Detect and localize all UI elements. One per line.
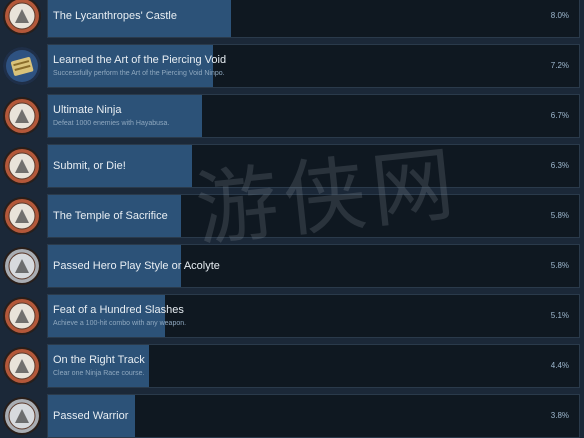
scroll-icon [3, 47, 41, 85]
achievement-row[interactable]: Learned the Art of the Piercing Void Succ… [0, 44, 584, 88]
achievement-row[interactable]: 100 Feat of a Hundred SlashesAchieve a 1… [0, 294, 584, 338]
progress-bar: Learned the Art of the Piercing Void Succ… [47, 44, 580, 88]
achievement-description: Successfully perform the Art of the Pier… [53, 70, 225, 77]
achievement-title: Learned the Art of the Piercing Void [53, 54, 227, 66]
temple-medal-icon [3, 197, 41, 235]
achievement-title: The Lycanthropes' Castle [53, 10, 177, 22]
achievement-percent: 5.8% [550, 211, 569, 220]
achievement-percent: 3.8% [550, 411, 569, 420]
achievement-title: Submit, or Die! [53, 160, 126, 172]
achievement-percent: 5.8% [550, 261, 569, 270]
achievement-percent: 4.4% [550, 361, 569, 370]
progress-bar: The Lycanthropes' Castle 8.0% [47, 0, 580, 38]
achievement-title: Passed Hero Play Style or Acolyte [53, 260, 220, 272]
progress-fill [48, 345, 149, 387]
progress-fill [48, 45, 213, 87]
achievement-row[interactable]: Submit, or Die! 6.3% [0, 144, 584, 188]
kanji-medal-icon [3, 247, 41, 285]
achievement-percent: 8.0% [550, 11, 569, 20]
watermark-logo: 游侠网 [191, 136, 465, 259]
achievement-title: Ultimate Ninja [53, 104, 122, 116]
achievement-title: On the Right Track [53, 354, 145, 366]
achievement-row[interactable]: The Temple of Sacrifice 5.8% [0, 194, 584, 238]
achievement-row[interactable]: On the Right Track Clear one Ninja Race c… [0, 344, 584, 388]
achievement-percent: 6.7% [550, 111, 569, 120]
progress-bar: Passed Hero Play Style or Acolyte 5.8% [47, 244, 580, 288]
temple-medal-icon [3, 147, 41, 185]
track-medal-icon [3, 347, 41, 385]
progress-fill [48, 295, 165, 337]
progress-bar: Passed Warrior 3.8% [47, 394, 580, 438]
achievement-percent: 5.1% [550, 311, 569, 320]
progress-bar: Ultimate Ninja Defeat 1000 enemies with H… [47, 94, 580, 138]
achievement-row[interactable]: The Lycanthropes' Castle 8.0% [0, 0, 584, 38]
ninja-medal-icon [3, 97, 41, 135]
achievement-row[interactable]: Ultimate Ninja Defeat 1000 enemies with H… [0, 94, 584, 138]
hundred-medal-icon [3, 297, 41, 335]
achievement-row[interactable]: Passed Warrior 3.8% [0, 394, 584, 438]
achievement-title: Passed Warrior [53, 410, 129, 422]
progress-bar: The Temple of Sacrifice 5.8% [47, 194, 580, 238]
achievement-percent: 7.2% [550, 61, 569, 70]
progress-fill [48, 95, 202, 137]
progress-bar: On the Right Track Clear one Ninja Race c… [47, 344, 580, 388]
achievement-percent: 6.3% [550, 161, 569, 170]
progress-bar: Feat of a Hundred Slashes Achieve a 100-h… [47, 294, 580, 338]
progress-bar: Submit, or Die! 6.3% [47, 144, 580, 188]
kanji-medal-icon [3, 397, 41, 435]
achievement-description: Defeat 1000 enemies with Hayabusa. [53, 120, 170, 127]
castle-medal-icon [3, 0, 41, 35]
achievement-title: The Temple of Sacrifice [53, 210, 168, 222]
achievement-row[interactable]: Passed Hero Play Style or Acolyte 5.8% [0, 244, 584, 288]
achievement-description: Clear one Ninja Race course. [53, 370, 145, 377]
achievement-description: Achieve a 100-hit combo with any weapon. [53, 320, 187, 327]
achievement-title: Feat of a Hundred Slashes [53, 304, 184, 316]
